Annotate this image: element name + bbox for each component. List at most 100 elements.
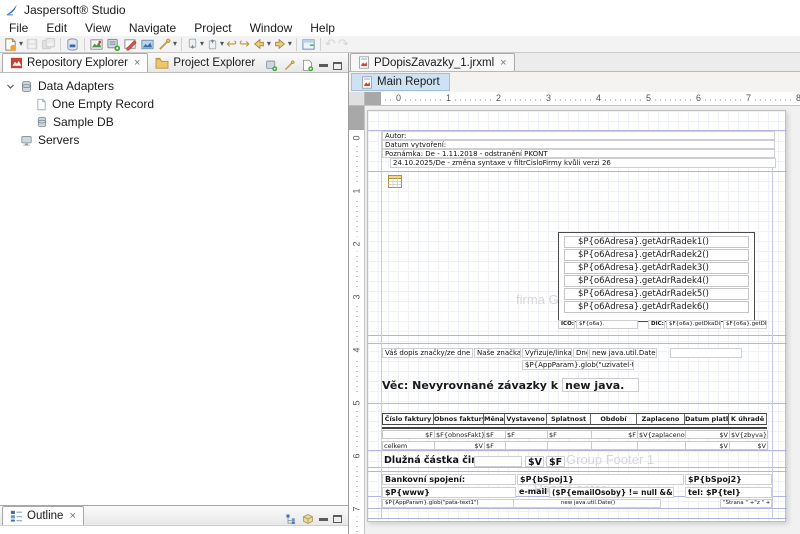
wand-icon[interactable]: ▾	[156, 36, 178, 52]
address-box[interactable]: $P{o6Adresa}.getAdrRadek1() $P{o6Adresa}…	[558, 232, 755, 322]
address-field[interactable]: $P{o6Adresa}.getAdrRadek2()	[564, 249, 749, 261]
tab-main-report[interactable]: Main Report	[351, 73, 450, 91]
column-header[interactable]: Číslo faktury	[382, 413, 434, 425]
back-nav-icon[interactable]: ▾	[251, 36, 272, 52]
nase-znacka-label[interactable]: Naše značka	[474, 348, 521, 358]
total-cell[interactable]: $F	[484, 441, 506, 450]
total-cell[interactable]: $V	[685, 441, 730, 450]
tree-item-servers[interactable]: Servers	[0, 131, 348, 149]
bank-spoj1-field[interactable]: $P{bSpoj1}	[517, 474, 684, 485]
publish-report-icon[interactable]	[88, 36, 105, 52]
dropdown-caret[interactable]: ▾	[288, 36, 292, 52]
back-history-icon[interactable]: ↩	[225, 36, 238, 52]
address-field[interactable]: $P{o6Adresa}.getAdrRadek4()	[564, 275, 749, 287]
address-field[interactable]: $P{o6Adresa}.getAdrRadek6()	[564, 301, 749, 313]
detail-cell[interactable]: $F	[505, 430, 548, 439]
redo-icon[interactable]: ↷	[337, 36, 350, 52]
detail-cell[interactable]: $F	[591, 430, 638, 439]
subject-value-field[interactable]: new java.	[562, 378, 639, 392]
menu-edit[interactable]: Edit	[37, 21, 76, 35]
column-header[interactable]: Datum platby	[685, 413, 729, 425]
editor-tab-jrxml[interactable]: PDopisZavazky_1.jrxml ×	[350, 53, 515, 71]
address-field[interactable]: $P{o6Adresa}.getAdrRadek3()	[564, 262, 749, 274]
dne-label[interactable]: Dne:	[573, 348, 588, 358]
dropdown-caret[interactable]: ▾	[19, 36, 23, 52]
menu-project[interactable]: Project	[185, 21, 240, 35]
undo-icon[interactable]: ↶	[324, 36, 337, 52]
server-add-icon[interactable]	[105, 36, 122, 52]
ico-label-field[interactable]: IČO:	[558, 320, 575, 329]
dropdown-caret[interactable]: ▾	[220, 36, 224, 52]
detail-cell[interactable]: $V{zbyva}	[729, 430, 768, 439]
report-field-poznamka2[interactable]: 24.10.2025/De - změna syntaxe v filtrCis…	[390, 158, 776, 168]
detail-cell[interactable]: $V{zaplaceno}	[637, 430, 686, 439]
empty-field[interactable]	[474, 456, 522, 467]
email-label[interactable]: e-mail:	[517, 487, 548, 498]
detail-cell[interactable]: $F	[484, 430, 506, 439]
total-cell[interactable]: celkem	[382, 441, 435, 450]
column-header[interactable]: K úhradě	[729, 413, 767, 425]
dne-date-field[interactable]: new java.util.Date()	[589, 348, 657, 358]
vas-dopis-label[interactable]: Váš dopis značky/ze dne	[382, 348, 473, 358]
detail-cell[interactable]: $F{obnosFakt}	[434, 430, 485, 439]
bank-label[interactable]: Bankovní spojení:	[382, 474, 516, 485]
close-icon[interactable]: ×	[500, 57, 506, 69]
next-annotation-icon[interactable]: ▾	[205, 36, 225, 52]
menu-navigate[interactable]: Navigate	[120, 21, 185, 35]
tree-layout-icon[interactable]	[285, 513, 297, 525]
detail-cell[interactable]: $V	[685, 430, 730, 439]
invoice-table-header[interactable]: Číslo faktury Obnos faktury Měna Vystave…	[382, 413, 767, 425]
detail-cell[interactable]: $F	[547, 430, 592, 439]
amount-due-label[interactable]: Dlužná částka činí:	[382, 455, 477, 467]
maximize-icon[interactable]	[333, 515, 342, 523]
tab-outline[interactable]: Outline ×	[2, 506, 84, 525]
resource-icon[interactable]	[139, 36, 156, 52]
save-icon[interactable]	[24, 36, 40, 52]
report-field-datum[interactable]: Datum vytvoření:	[382, 140, 775, 149]
minimize-icon[interactable]	[319, 518, 328, 521]
total-cell[interactable]	[505, 441, 548, 450]
menu-view[interactable]: View	[76, 21, 120, 35]
close-icon[interactable]: ×	[69, 510, 75, 522]
dropdown-caret[interactable]: ▾	[267, 36, 271, 52]
total-cell[interactable]	[591, 441, 638, 450]
dic-nr-field[interactable]: $F{o6a}.getDkaNr()	[723, 320, 767, 329]
report-field-poznamka[interactable]: Poznámka: De - 1.11.2018 - odstranění PK…	[382, 149, 775, 158]
footer-date-field[interactable]: new java.util.Date()	[513, 499, 661, 508]
forward-history-icon[interactable]: ↪	[238, 36, 251, 52]
address-field[interactable]: $P{o6Adresa}.getAdrRadek5()	[564, 288, 749, 300]
tree-item-sample-db[interactable]: Sample DB	[0, 113, 348, 131]
vyrizuje-label[interactable]: Vyřizuje/linka	[522, 348, 572, 358]
ico-value-field[interactable]: $F{o6a}.	[576, 320, 638, 329]
server-add-icon[interactable]	[265, 59, 278, 72]
column-header[interactable]: Období	[591, 413, 637, 425]
total-cell[interactable]	[637, 441, 686, 450]
image-element-icon[interactable]	[388, 173, 402, 192]
address-field[interactable]: $P{o6Adresa}.getAdrRadek1()	[564, 236, 749, 248]
invoice-total-row[interactable]: celkem $V $F $V $V	[382, 441, 767, 450]
column-header[interactable]: Vystaveno	[505, 413, 547, 425]
dropdown-caret[interactable]: ▾	[173, 36, 177, 52]
report-field-autor[interactable]: Autor:	[382, 131, 775, 140]
tree-item-data-adapters[interactable]: Data Adapters	[0, 77, 348, 95]
www-field[interactable]: $P{www}	[382, 487, 516, 498]
dropdown-caret[interactable]: ▾	[200, 36, 204, 52]
bank-spoj2-field[interactable]: $P{bSpoj2}	[685, 474, 772, 485]
column-header[interactable]: Splatnost	[547, 413, 591, 425]
footer-left-field[interactable]: $P{AppParam}.glob("pata-text1")	[382, 499, 532, 508]
amount-due-v-field[interactable]: $V	[525, 456, 544, 467]
empty-field[interactable]	[670, 348, 742, 358]
maximize-icon[interactable]	[333, 62, 342, 70]
column-header[interactable]: Zaplaceno	[637, 413, 685, 425]
menu-file[interactable]: File	[0, 21, 37, 35]
total-cell[interactable]	[547, 441, 592, 450]
report-page[interactable]: Title firma Group Header 1 Group Footer …	[367, 110, 786, 522]
minimize-icon[interactable]	[319, 64, 328, 67]
email-value-field[interactable]: ($P{emailOsoby} != null && !$P	[549, 487, 674, 498]
uzivatel-field[interactable]: $P{AppParam}.glob("uzivatel-t")	[522, 360, 634, 370]
column-header[interactable]: Obnos faktury	[434, 413, 484, 425]
menu-window[interactable]: Window	[241, 21, 302, 35]
subject-label[interactable]: Věc: Nevyrovnané závazky k	[382, 379, 558, 392]
column-header[interactable]: Měna	[484, 413, 505, 425]
dic-value-field[interactable]: $F{o6a}.getDkaDic()	[666, 320, 721, 329]
